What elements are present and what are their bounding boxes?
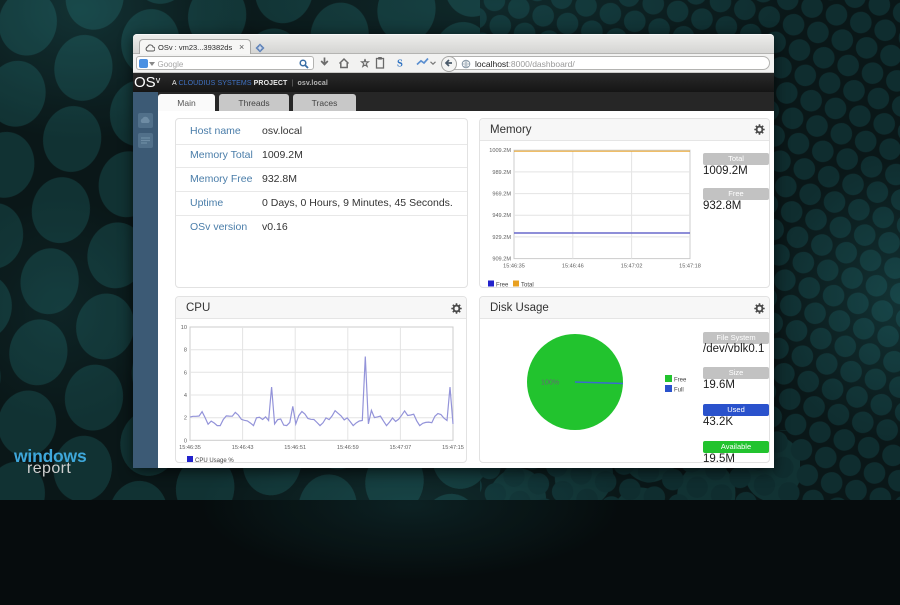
svg-text:15:46:43: 15:46:43 [232, 445, 254, 451]
svg-text:2: 2 [184, 416, 187, 422]
svg-text:949.2M: 949.2M [492, 213, 511, 219]
svg-text:6: 6 [184, 370, 187, 376]
svg-text:15:46:46: 15:46:46 [562, 263, 584, 269]
svg-text:0: 0 [184, 438, 187, 444]
svg-text:15:47:02: 15:47:02 [621, 263, 643, 269]
svg-text:15:47:15: 15:47:15 [442, 445, 464, 451]
svg-text:Full: Full [674, 388, 684, 394]
svg-text:929.2M: 929.2M [492, 234, 511, 240]
svg-text:CPU Usage %: CPU Usage % [195, 458, 234, 464]
svg-text:15:47:18: 15:47:18 [679, 263, 701, 269]
svg-text:Total: Total [521, 282, 534, 288]
svg-text:4: 4 [184, 393, 187, 399]
svg-text:15:47:07: 15:47:07 [390, 445, 412, 451]
svg-text:1009.2M: 1009.2M [489, 148, 511, 154]
svg-text:10: 10 [181, 325, 187, 331]
svg-text:15:46:59: 15:46:59 [337, 445, 359, 451]
svg-text:Free: Free [496, 282, 509, 288]
svg-text:15:46:35: 15:46:35 [179, 445, 201, 451]
svg-text:969.2M: 969.2M [492, 191, 511, 197]
svg-text:8: 8 [184, 348, 187, 354]
svg-text:S: S [397, 59, 403, 70]
svg-text:989.2M: 989.2M [492, 169, 511, 175]
svg-text:Free: Free [674, 378, 687, 384]
svg-text:909.2M: 909.2M [492, 256, 511, 262]
svg-text:15:46:35: 15:46:35 [503, 263, 525, 269]
svg-text:100%: 100% [541, 380, 559, 387]
svg-text:15:46:51: 15:46:51 [284, 445, 306, 451]
